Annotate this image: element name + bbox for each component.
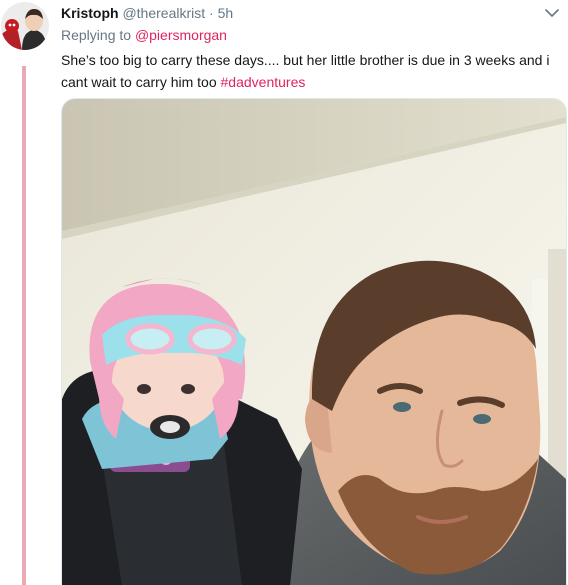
replying-to: Replying to @piersmorgan <box>61 26 227 44</box>
hashtag-link[interactable]: #dadventures <box>221 74 306 90</box>
tweet: Kristoph @therealkrist · 5h Replying to … <box>0 0 568 585</box>
tweet-header: Kristoph @therealkrist · 5h <box>61 4 233 22</box>
avatar[interactable] <box>1 2 49 50</box>
user-handle[interactable]: @therealkrist <box>122 5 205 21</box>
tweet-text: She’s too big to carry these days.... bu… <box>61 49 556 93</box>
separator-dot: · <box>209 5 214 21</box>
tweet-photo[interactable] <box>61 98 567 585</box>
replying-to-label: Replying to <box>61 27 132 43</box>
reply-mention-link[interactable]: @piersmorgan <box>135 27 227 43</box>
display-name[interactable]: Kristoph <box>61 5 119 21</box>
tweet-timestamp[interactable]: 5h <box>218 5 234 21</box>
thread-line <box>22 66 26 585</box>
chevron-down-icon[interactable] <box>543 6 561 20</box>
